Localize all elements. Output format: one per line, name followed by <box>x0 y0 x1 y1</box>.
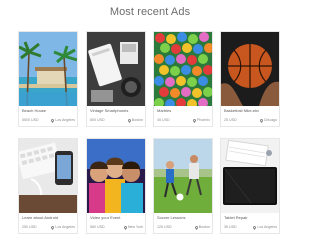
map-pin-icon <box>127 118 131 123</box>
map-pin-icon <box>123 225 127 230</box>
ad-location: Boston <box>127 118 143 123</box>
ad-location-label: Los Angeles <box>257 225 277 229</box>
ad-image-android[interactable] <box>19 139 77 213</box>
ad-price: 125 USD <box>157 225 172 229</box>
ad-image-vintage-smartphones[interactable] <box>87 32 145 106</box>
ad-location-label: New York <box>127 225 143 229</box>
ad-price: 25 USD <box>224 118 237 122</box>
ad-price: 5500 USD <box>22 118 39 122</box>
ad-location: Los Angeles <box>253 225 277 230</box>
ad-price: 45 USD <box>157 118 170 122</box>
ad-location-label: Phoenix <box>197 118 210 122</box>
ad-location: Phoenix <box>193 118 210 123</box>
ad-price: 800 USD <box>90 118 105 122</box>
ad-title[interactable]: Beach House <box>22 108 77 113</box>
ad-location: New York <box>123 225 143 230</box>
ad-location: Los Angeles <box>51 225 75 230</box>
ad-image-basketball[interactable] <box>221 32 279 106</box>
map-pin-icon <box>193 118 196 123</box>
map-pin-icon <box>259 118 263 123</box>
ad-price: 560 USD <box>90 225 105 229</box>
ad-image-tablet-repair[interactable] <box>221 139 279 213</box>
ad-card[interactable]: Tablet Repair 35 USD Los Angeles <box>220 138 280 234</box>
ad-card[interactable]: Basketball Nike-ekv 25 USD Chicago <box>220 31 280 127</box>
ad-card[interactable]: Learn about Android 250 USD Los Angeles <box>18 138 78 234</box>
ad-title[interactable]: Basketball Nike-ekv <box>224 108 279 113</box>
ad-location: Chicago <box>259 118 277 123</box>
ad-price: 250 USD <box>22 225 37 229</box>
ad-location: Los Angeles <box>51 118 75 123</box>
ad-location: Boston <box>194 225 210 230</box>
ad-location-label: Chicago <box>263 118 277 122</box>
ad-card[interactable]: Beach House 5500 USD Los Angeles <box>18 31 78 127</box>
map-pin-icon <box>194 225 198 230</box>
ad-location-label: Los Angeles <box>55 118 75 122</box>
ad-title[interactable]: Marbles <box>157 108 212 113</box>
ad-title[interactable]: Video your Event <box>90 215 145 220</box>
ad-location-label: Boston <box>198 225 210 229</box>
ad-image-video-event[interactable] <box>87 139 145 213</box>
map-pin-icon <box>253 225 257 230</box>
section-title: Most recent Ads <box>109 6 191 18</box>
map-pin-icon <box>51 118 55 123</box>
map-pin-icon <box>51 225 55 230</box>
ad-title[interactable]: Learn about Android <box>22 215 77 220</box>
ad-title[interactable]: Vintage Smartphones <box>90 108 145 113</box>
ad-card[interactable]: Video your Event 560 USD New York <box>86 138 146 234</box>
ad-image-soccer[interactable] <box>154 139 212 213</box>
ad-price: 35 USD <box>224 225 237 229</box>
ad-card[interactable]: Marbles 45 USD Phoenix <box>153 31 213 127</box>
ad-title[interactable]: Tablet Repair <box>224 215 279 220</box>
ad-image-beach-house[interactable] <box>19 32 77 106</box>
ad-card[interactable]: Soccer Lessons 125 USD Boston <box>153 138 213 234</box>
ad-location-label: Los Angeles <box>55 225 75 229</box>
ad-image-marbles[interactable] <box>154 32 212 106</box>
ad-title[interactable]: Soccer Lessons <box>157 215 212 220</box>
ad-location-label: Boston <box>131 118 143 122</box>
ad-card[interactable]: Vintage Smartphones 800 USD Boston <box>86 31 146 127</box>
